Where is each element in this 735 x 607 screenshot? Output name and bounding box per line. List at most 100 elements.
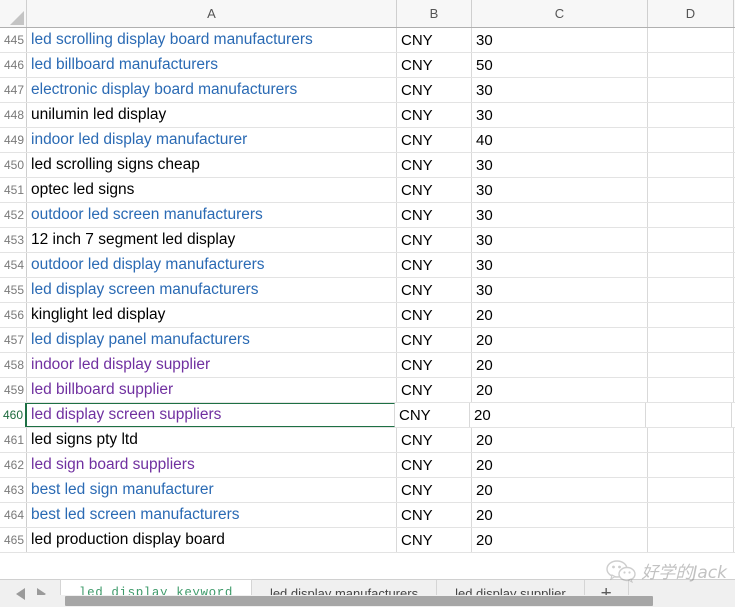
cell-c446[interactable]: 50 <box>472 53 648 77</box>
cell-a451[interactable]: optec led signs <box>27 178 397 202</box>
cell-a450[interactable]: led scrolling signs cheap <box>27 153 397 177</box>
cell-b465[interactable]: CNY <box>397 528 472 552</box>
cell-b450[interactable]: CNY <box>397 153 472 177</box>
cell-b457[interactable]: CNY <box>397 328 472 352</box>
cell-d452[interactable] <box>648 203 734 227</box>
cell-b451[interactable]: CNY <box>397 178 472 202</box>
cell-a453[interactable]: 12 inch 7 segment led display <box>27 228 397 252</box>
grid-body[interactable]: 445 led scrolling display board manufactu… <box>0 28 735 579</box>
cell-c457[interactable]: 20 <box>472 328 648 352</box>
column-header-a[interactable]: A <box>27 0 397 27</box>
cell-d454[interactable] <box>648 253 734 277</box>
horizontal-scrollbar-thumb[interactable] <box>65 596 653 606</box>
column-header-d[interactable]: D <box>648 0 734 27</box>
table-row[interactable]: 453 12 inch 7 segment led display CNY 30 <box>0 228 735 253</box>
cell-b455[interactable]: CNY <box>397 278 472 302</box>
cell-d464[interactable] <box>648 503 734 527</box>
cell-c454[interactable]: 30 <box>472 253 648 277</box>
cell-c448[interactable]: 30 <box>472 103 648 127</box>
cell-b448[interactable]: CNY <box>397 103 472 127</box>
cell-b459[interactable]: CNY <box>397 378 472 402</box>
cell-d461[interactable] <box>648 428 734 452</box>
row-header-462[interactable]: 462 <box>0 453 27 477</box>
row-header-455[interactable]: 455 <box>0 278 27 302</box>
table-row[interactable]: 462 led sign board suppliers CNY 20 <box>0 453 735 478</box>
cell-c462[interactable]: 20 <box>472 453 648 477</box>
cell-d462[interactable] <box>648 453 734 477</box>
cell-b445[interactable]: CNY <box>397 28 472 52</box>
cell-a457[interactable]: led display panel manufacturers <box>27 328 397 352</box>
cell-c455[interactable]: 30 <box>472 278 648 302</box>
cell-d451[interactable] <box>648 178 734 202</box>
row-header-446[interactable]: 446 <box>0 53 27 77</box>
cell-a460[interactable]: led display screen suppliers <box>25 403 395 427</box>
cell-d449[interactable] <box>648 128 734 152</box>
cell-b447[interactable]: CNY <box>397 78 472 102</box>
cell-d447[interactable] <box>648 78 734 102</box>
cell-a452[interactable]: outdoor led screen manufacturers <box>27 203 397 227</box>
cell-d446[interactable] <box>648 53 734 77</box>
table-row[interactable]: 448 unilumin led display CNY 30 <box>0 103 735 128</box>
table-row[interactable]: 449 indoor led display manufacturer CNY 40 <box>0 128 735 153</box>
cell-a459[interactable]: led billboard supplier <box>27 378 397 402</box>
cell-b449[interactable]: CNY <box>397 128 472 152</box>
table-row[interactable]: 454 outdoor led display manufacturers CNY 3… <box>0 253 735 278</box>
table-row[interactable]: 450 led scrolling signs cheap CNY 30 <box>0 153 735 178</box>
column-header-b[interactable]: B <box>397 0 472 27</box>
cell-c461[interactable]: 20 <box>472 428 648 452</box>
table-row[interactable]: 456 kinglight led display CNY 20 <box>0 303 735 328</box>
table-row[interactable]: 451 optec led signs CNY 30 <box>0 178 735 203</box>
cell-a448[interactable]: unilumin led display <box>27 103 397 127</box>
cell-d448[interactable] <box>648 103 734 127</box>
row-header-460[interactable]: 460 <box>0 403 27 427</box>
cell-c447[interactable]: 30 <box>472 78 648 102</box>
cell-b461[interactable]: CNY <box>397 428 472 452</box>
previous-sheet-icon[interactable] <box>16 587 25 600</box>
row-header-459[interactable]: 459 <box>0 378 27 402</box>
cell-c450[interactable]: 30 <box>472 153 648 177</box>
horizontal-scrollbar[interactable] <box>27 595 735 607</box>
cell-a456[interactable]: kinglight led display <box>27 303 397 327</box>
row-header-451[interactable]: 451 <box>0 178 27 202</box>
select-all-corner[interactable] <box>0 0 27 27</box>
cell-d445[interactable] <box>648 28 734 52</box>
cell-c456[interactable]: 20 <box>472 303 648 327</box>
cell-b463[interactable]: CNY <box>397 478 472 502</box>
cell-b460[interactable]: CNY <box>395 403 470 427</box>
cell-a458[interactable]: indoor led display supplier <box>27 353 397 377</box>
cell-b452[interactable]: CNY <box>397 203 472 227</box>
cell-c453[interactable]: 30 <box>472 228 648 252</box>
table-row[interactable]: 464 best led screen manufacturers CNY 20 <box>0 503 735 528</box>
cell-b458[interactable]: CNY <box>397 353 472 377</box>
table-row[interactable]: 455 led display screen manufacturers CNY 30 <box>0 278 735 303</box>
cell-a446[interactable]: led billboard manufacturers <box>27 53 397 77</box>
row-header-457[interactable]: 457 <box>0 328 27 352</box>
table-row[interactable]: 461 led signs pty ltd CNY 20 <box>0 428 735 453</box>
cell-b464[interactable]: CNY <box>397 503 472 527</box>
cell-b462[interactable]: CNY <box>397 453 472 477</box>
row-header-448[interactable]: 448 <box>0 103 27 127</box>
cell-d453[interactable] <box>648 228 734 252</box>
cell-a463[interactable]: best led sign manufacturer <box>27 478 397 502</box>
row-header-449[interactable]: 449 <box>0 128 27 152</box>
table-row[interactable]: 452 outdoor led screen manufacturers CNY 30 <box>0 203 735 228</box>
cell-b454[interactable]: CNY <box>397 253 472 277</box>
cell-c452[interactable]: 30 <box>472 203 648 227</box>
table-row[interactable]: 460 led display screen suppliers CNY 20 <box>0 403 735 428</box>
cell-d459[interactable] <box>648 378 734 402</box>
cell-c460[interactable]: 20 <box>470 403 646 427</box>
cell-d455[interactable] <box>648 278 734 302</box>
cell-a464[interactable]: best led screen manufacturers <box>27 503 397 527</box>
table-row[interactable]: 446 led billboard manufacturers CNY 50 <box>0 53 735 78</box>
cell-b453[interactable]: CNY <box>397 228 472 252</box>
row-header-456[interactable]: 456 <box>0 303 27 327</box>
cell-a449[interactable]: indoor led display manufacturer <box>27 128 397 152</box>
cell-c459[interactable]: 20 <box>472 378 648 402</box>
cell-c449[interactable]: 40 <box>472 128 648 152</box>
cell-d458[interactable] <box>648 353 734 377</box>
cell-c463[interactable]: 20 <box>472 478 648 502</box>
cell-c465[interactable]: 20 <box>472 528 648 552</box>
table-row[interactable]: 463 best led sign manufacturer CNY 20 <box>0 478 735 503</box>
cell-c458[interactable]: 20 <box>472 353 648 377</box>
table-row[interactable]: 445 led scrolling display board manufactu… <box>0 28 735 53</box>
